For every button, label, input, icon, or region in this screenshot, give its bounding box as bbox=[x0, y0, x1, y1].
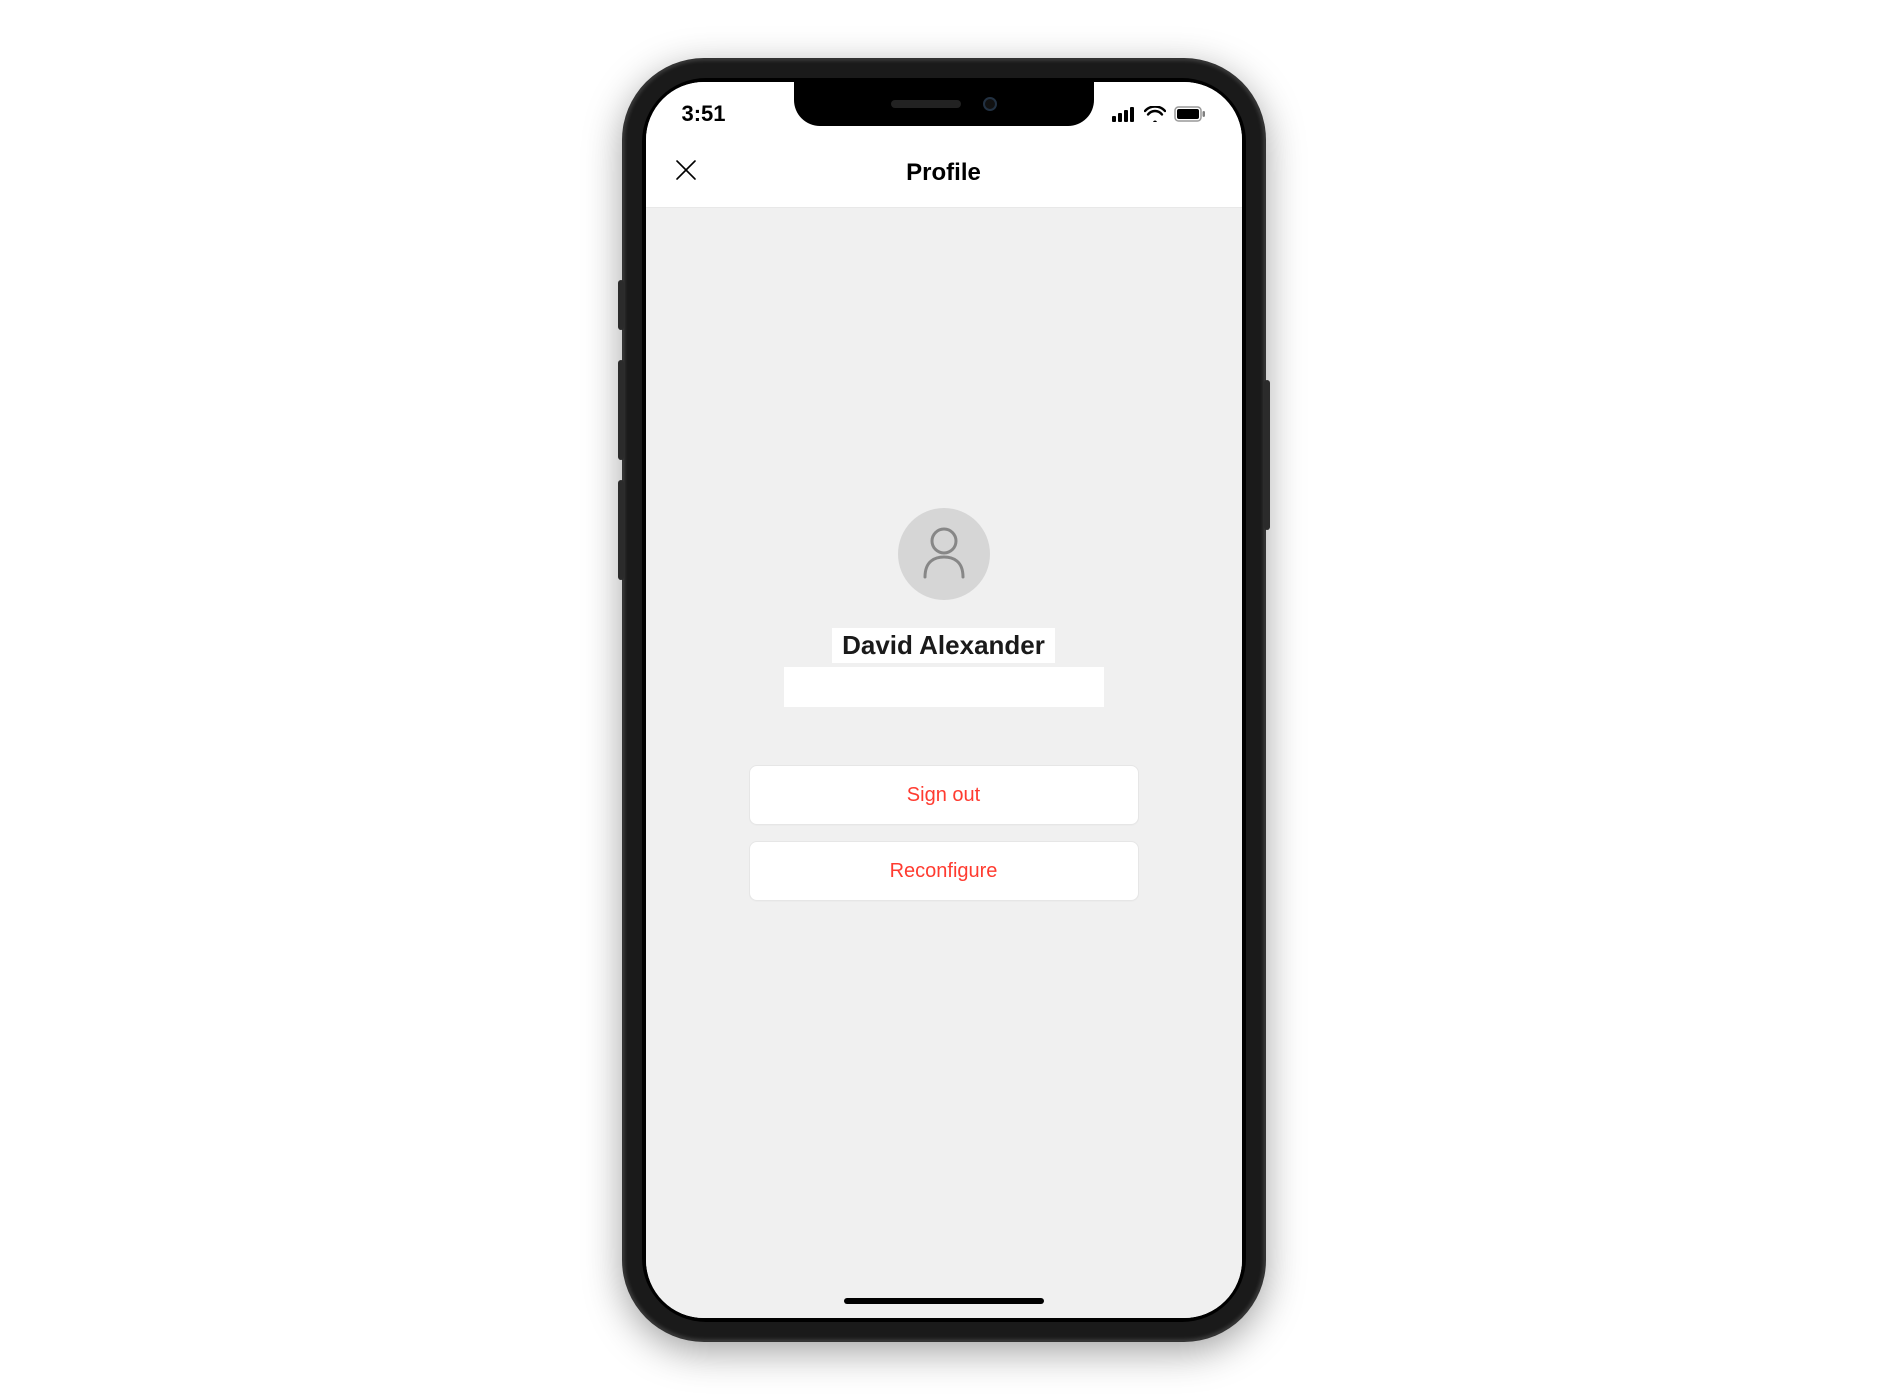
avatar[interactable] bbox=[898, 508, 990, 600]
speaker-grille bbox=[891, 100, 961, 108]
home-indicator[interactable] bbox=[844, 1298, 1044, 1304]
action-buttons: Sign out Reconfigure bbox=[749, 765, 1139, 901]
nav-header: Profile bbox=[646, 138, 1242, 208]
status-icons bbox=[1112, 98, 1206, 122]
profile-email bbox=[784, 667, 1104, 707]
power-button bbox=[1264, 380, 1270, 530]
battery-icon bbox=[1174, 106, 1206, 122]
mute-switch bbox=[618, 280, 624, 330]
front-camera bbox=[983, 97, 997, 111]
sign-out-button[interactable]: Sign out bbox=[749, 765, 1139, 825]
cellular-signal-icon bbox=[1112, 106, 1136, 122]
wifi-icon bbox=[1144, 106, 1166, 122]
volume-down-button bbox=[618, 480, 624, 580]
phone-bezel: 3:51 bbox=[642, 78, 1246, 1322]
person-icon bbox=[919, 525, 969, 584]
profile-name: David Alexander bbox=[832, 628, 1055, 663]
close-icon bbox=[674, 158, 698, 187]
page-title: Profile bbox=[906, 159, 981, 187]
content-area: David Alexander Sign out Reconfigure bbox=[646, 208, 1242, 1318]
phone-frame: 3:51 bbox=[624, 60, 1264, 1340]
volume-up-button bbox=[618, 360, 624, 460]
close-button[interactable] bbox=[668, 155, 704, 191]
reconfigure-button[interactable]: Reconfigure bbox=[749, 841, 1139, 901]
status-time: 3:51 bbox=[682, 93, 726, 127]
notch bbox=[794, 82, 1094, 126]
screen: 3:51 bbox=[646, 82, 1242, 1318]
